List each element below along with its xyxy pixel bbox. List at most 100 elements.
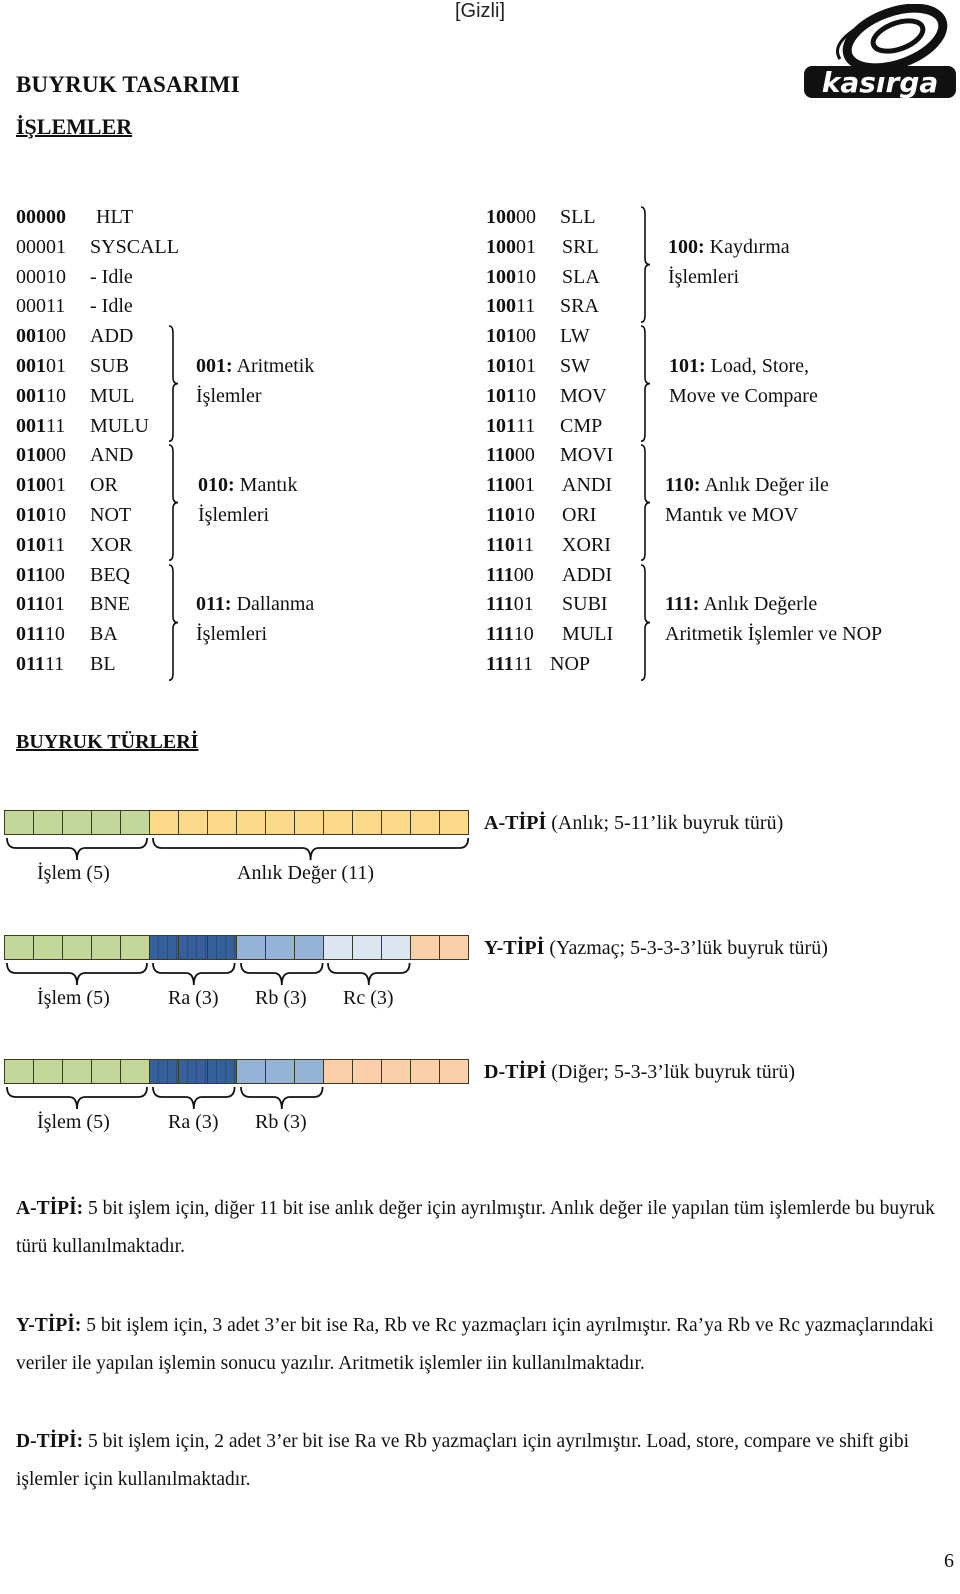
opcode-bits: 11110 — [486, 619, 560, 649]
opcode-bits: 11101 — [486, 589, 560, 619]
opcode-suffix: 11 — [516, 295, 536, 318]
bit-cell-opcode — [62, 810, 92, 835]
opcode-group-prefix: 101 — [486, 355, 516, 377]
group-brace — [168, 563, 179, 681]
opcode-row: 01001 OR — [16, 470, 118, 500]
opcode-mnemonic: MULI — [562, 623, 614, 646]
field-brace — [6, 1086, 148, 1110]
opcode-bits: 00001 — [16, 232, 90, 262]
opcode-suffix: 00001 — [16, 235, 66, 258]
opcode-bits: 10000 — [486, 202, 560, 232]
field-label: Ra (3) — [168, 1111, 219, 1133]
group-label-line2: Mantık ve MOV — [665, 504, 799, 526]
opcode-mnemonic: XOR — [90, 533, 133, 556]
bit-cell-unused — [352, 1059, 382, 1084]
opcode-mnemonic: LW — [560, 325, 590, 348]
bit-field-row — [4, 935, 469, 960]
group-name: Load, Store, — [705, 355, 809, 377]
field-brace — [239, 1086, 324, 1110]
opcode-group-prefix: 010 — [16, 444, 46, 467]
bit-cell-ra — [178, 1059, 208, 1084]
opcode-group-prefix: 111 — [486, 623, 514, 646]
opcode-row: 11111 NOP — [486, 649, 590, 679]
bit-cell-ra — [207, 1059, 237, 1084]
opcode-bits: 11100 — [486, 560, 560, 590]
group-name: Anlık Değer ile — [700, 474, 829, 497]
operations-heading: İŞLEMLER — [16, 114, 133, 139]
opcode-group-prefix: 100 — [486, 206, 516, 228]
field-brace — [327, 962, 411, 986]
opcode-row: 00100 ADD — [16, 321, 133, 351]
instruction-type-name: D-TİPİ — [484, 1061, 547, 1083]
opcode-group-prefix: 011 — [16, 653, 45, 675]
opcode-group-prefix: 101 — [486, 384, 516, 407]
type-description: D-TİPİ: 5 bit işlem için, 2 adet 3’er bi… — [16, 1423, 946, 1499]
opcode-group-prefix: 100 — [486, 295, 516, 318]
group-brace — [640, 206, 651, 323]
opcode-bits: 10100 — [486, 321, 560, 351]
opcode-group-prefix: 001 — [16, 414, 46, 437]
opcode-suffix: 00 — [516, 325, 536, 348]
bit-cell-rb — [294, 1059, 324, 1084]
opcode-group-prefix: 001 — [16, 325, 46, 348]
group-label-line2: İşlemler — [196, 384, 262, 407]
opcode-bits: 00000 — [16, 202, 90, 232]
opcode-group-prefix: 101 — [486, 414, 516, 437]
opcode-mnemonic: SRL — [562, 235, 599, 258]
opcode-mnemonic: ANDI — [562, 474, 612, 497]
description-text: 5 bit işlem için, diğer 11 bit ise anlık… — [16, 1198, 935, 1257]
field-brace — [152, 962, 236, 986]
instruction-type-name: Y-TİPİ — [484, 937, 545, 959]
opcode-row: 00101 SUB — [16, 351, 129, 381]
group-prefix: 101: — [669, 355, 706, 377]
group-label-line2: İşlemleri — [196, 623, 268, 646]
opcode-mnemonic: ADDI — [562, 563, 612, 586]
bit-cell-opcode — [33, 935, 63, 960]
group-brace — [640, 563, 651, 681]
opcode-suffix: 10 — [513, 623, 534, 646]
group-label-line1: 111: Anlık Değerle — [665, 589, 817, 619]
opcode-row: 11100 ADDI — [486, 560, 612, 590]
opcode-group-prefix: 011 — [16, 593, 45, 616]
opcode-bits: 00111 — [16, 411, 90, 441]
description-term: D-TİPİ: — [16, 1431, 84, 1452]
opcode-suffix: 10 — [516, 265, 536, 288]
opcode-group-prefix: 110 — [486, 504, 515, 526]
group-prefix: 001: — [196, 355, 233, 377]
group-name: Anlık Değerle — [699, 593, 818, 616]
opcode-mnemonic: AND — [90, 444, 134, 467]
description-text: 5 bit işlem için, 3 adet 3’er bit ise Ra… — [16, 1315, 934, 1374]
opcode-suffix: 00 — [46, 325, 66, 348]
bit-cell-immediate — [439, 810, 469, 835]
bit-cell-immediate — [323, 810, 353, 835]
opcode-suffix: 00011 — [16, 295, 66, 318]
opcode-bits: 00100 — [16, 321, 90, 351]
opcode-suffix: 11 — [514, 533, 535, 556]
group-name: Aritmetik — [232, 355, 315, 377]
type-description: Y-TİPİ: 5 bit işlem için, 3 adet 3’er bi… — [16, 1307, 946, 1383]
opcode-group-prefix: 101 — [486, 325, 516, 348]
group-brace — [168, 325, 179, 443]
group-label-line1: 110: Anlık Değer ile — [665, 470, 829, 500]
opcode-group-prefix: 110 — [486, 533, 515, 556]
opcode-bits: 00011 — [16, 291, 90, 321]
description-text: 5 bit işlem için, 2 adet 3’er bit ise Ra… — [16, 1431, 909, 1490]
bit-cell-rc — [323, 935, 353, 960]
opcode-suffix: 10 — [514, 504, 535, 526]
opcode-suffix: 00 — [44, 563, 65, 586]
opcode-suffix: 01 — [513, 593, 534, 616]
opcode-group-prefix: 111 — [486, 593, 514, 616]
opcode-group-prefix: 001 — [16, 355, 46, 377]
bit-cell-unused — [439, 935, 469, 960]
opcode-suffix: 01 — [516, 355, 536, 377]
opcode-suffix: 11 — [516, 414, 536, 437]
bit-cell-opcode — [120, 935, 150, 960]
opcode-row: 00110 MUL — [16, 381, 134, 411]
opcode-row: 00111 MULU — [16, 411, 149, 441]
opcode-suffix: 00010 — [16, 265, 66, 288]
opcode-row: 10001 SRL — [486, 232, 599, 262]
group-brace — [640, 444, 651, 562]
group-brace — [168, 444, 179, 562]
group-label-line2: Move ve Compare — [669, 384, 818, 407]
opcode-mnemonic: MULU — [90, 414, 149, 437]
